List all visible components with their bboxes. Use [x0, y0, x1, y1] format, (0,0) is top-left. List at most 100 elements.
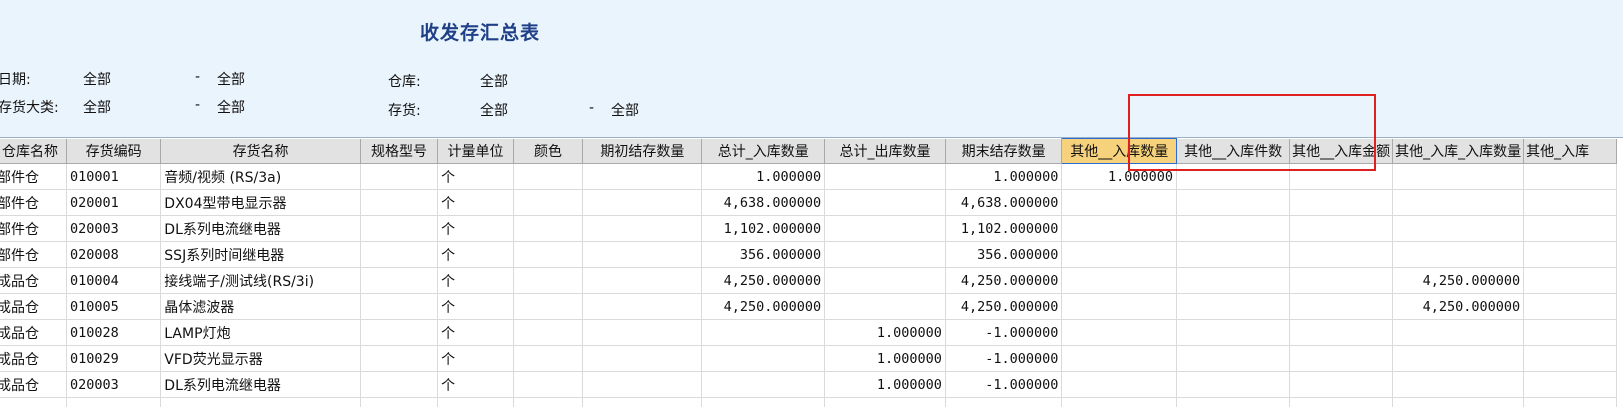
table-cell-total-out-qty[interactable]: 1.000000	[825, 346, 946, 372]
table-cell-color[interactable]	[513, 294, 582, 320]
table-cell-item-name[interactable]: DL系列电流继电器	[161, 216, 361, 242]
column-header-color[interactable]: 颜色	[513, 139, 582, 164]
table-cell-other-in-qty[interactable]: 1.000000	[1062, 164, 1177, 190]
table-cell-other-in[interactable]	[1524, 372, 1617, 398]
table-cell-closing-qty[interactable]: 4,638.000000	[945, 190, 1062, 216]
table-cell-other-in-amount[interactable]	[1290, 216, 1393, 242]
table-row[interactable]: 部件仓020003DL系列电流继电器个1,102.0000001,102.000…	[0, 216, 1617, 242]
table-cell-item-code[interactable]: 010028	[67, 320, 161, 346]
table-row[interactable]: 成品仓010005晶体滤波器个4,250.0000004,250.0000004…	[0, 294, 1617, 320]
table-cell-item-code[interactable]: 020003	[67, 372, 161, 398]
table-cell-opening-qty[interactable]	[583, 294, 702, 320]
table-cell-other-in[interactable]	[1524, 216, 1617, 242]
table-cell-warehouse-name[interactable]: 部件仓	[0, 216, 67, 242]
table-row[interactable]: 部件仓020001DX04型带电显示器个4,638.0000004,638.00…	[0, 190, 1617, 216]
table-cell-other-in-in-qty[interactable]	[1393, 190, 1524, 216]
table-cell-other-in-qty[interactable]	[1062, 190, 1177, 216]
table-cell-warehouse-name[interactable]: 部件仓	[0, 164, 67, 190]
table-cell-color[interactable]	[513, 268, 582, 294]
column-header-other-in-amount[interactable]: 其他__入库金额	[1290, 139, 1393, 164]
table-cell-color[interactable]	[513, 346, 582, 372]
table-cell-opening-qty[interactable]	[583, 216, 702, 242]
table-cell-color[interactable]	[513, 216, 582, 242]
table-cell-color[interactable]	[513, 190, 582, 216]
table-cell-other-in-pieces[interactable]	[1177, 268, 1290, 294]
table-cell-other-in-amount[interactable]	[1290, 320, 1393, 346]
table-row[interactable]: 成品仓010028LAMP灯炮个1.000000-1.000000	[0, 320, 1617, 346]
table-cell-other-in-in-qty[interactable]	[1393, 242, 1524, 268]
table-cell-unit[interactable]: 个	[438, 190, 514, 216]
table-cell-color[interactable]	[513, 164, 582, 190]
table-cell-warehouse-name[interactable]: 成品仓	[0, 294, 67, 320]
table-row[interactable]: 成品仓010004接线端子/测试线(RS/3i)个4,250.0000004,2…	[0, 268, 1617, 294]
table-cell-other-in-in-qty[interactable]	[1393, 320, 1524, 346]
table-cell-spec-model[interactable]	[360, 294, 437, 320]
table-cell-other-in-qty[interactable]	[1062, 320, 1177, 346]
table-cell-spec-model[interactable]	[360, 346, 437, 372]
table-cell-item-name[interactable]: LAMP灯炮	[161, 320, 361, 346]
table-cell-other-in-in-qty[interactable]	[1393, 216, 1524, 242]
table-cell-total-in-qty[interactable]: 356.000000	[702, 242, 825, 268]
column-header-other-in-in-qty[interactable]: 其他_入库_入库数量	[1393, 139, 1524, 164]
table-cell-unit[interactable]: 个	[438, 164, 514, 190]
table-cell-unit[interactable]: 个	[438, 320, 514, 346]
table-cell-other-in-pieces[interactable]	[1177, 242, 1290, 268]
table-cell-item-name[interactable]: DL系列电流继电器	[161, 372, 361, 398]
table-cell-closing-qty[interactable]: -1.000000	[945, 346, 1062, 372]
table-cell-color[interactable]	[513, 242, 582, 268]
table-cell-warehouse-name[interactable]: 部件仓	[0, 242, 67, 268]
table-row[interactable]: 部件仓020008SSJ系列时间继电器个356.000000356.000000	[0, 242, 1617, 268]
table-cell-other-in[interactable]	[1524, 320, 1617, 346]
table-cell-closing-qty[interactable]: -1.000000	[945, 320, 1062, 346]
table-cell-total-in-qty[interactable]	[702, 372, 825, 398]
table-cell-spec-model[interactable]	[360, 242, 437, 268]
table-cell-total-out-qty[interactable]: 1.000000	[825, 320, 946, 346]
column-header-item-name[interactable]: 存货名称	[161, 139, 361, 164]
table-cell-closing-qty[interactable]: 1,102.000000	[945, 216, 1062, 242]
table-cell-total-out-qty[interactable]	[825, 190, 946, 216]
table-cell-other-in-amount[interactable]	[1290, 164, 1393, 190]
table-cell-total-in-qty[interactable]: 1.000000	[702, 164, 825, 190]
table-cell-total-in-qty[interactable]	[702, 346, 825, 372]
table-cell-other-in[interactable]	[1524, 242, 1617, 268]
table-cell-other-in-in-qty[interactable]: 4,250.000000	[1393, 268, 1524, 294]
table-cell-other-in-qty[interactable]	[1062, 216, 1177, 242]
table-row[interactable]: 部件仓010001音频/视频 (RS/3a)个1.0000001.0000001…	[0, 164, 1617, 190]
table-cell-spec-model[interactable]	[360, 164, 437, 190]
table-cell-total-in-qty[interactable]: 4,250.000000	[702, 268, 825, 294]
table-cell-warehouse-name[interactable]: 部件仓	[0, 190, 67, 216]
table-cell-other-in-pieces[interactable]	[1177, 216, 1290, 242]
table-cell-item-name[interactable]: 晶体滤波器	[161, 294, 361, 320]
column-header-closing-qty[interactable]: 期末结存数量	[945, 139, 1062, 164]
table-cell-other-in-in-qty[interactable]	[1393, 372, 1524, 398]
table-cell-closing-qty[interactable]: 356.000000	[945, 242, 1062, 268]
table-cell-total-out-qty[interactable]	[825, 294, 946, 320]
table-cell-item-name[interactable]: 音频/视频 (RS/3a)	[161, 164, 361, 190]
column-header-total-in-qty[interactable]: 总计_入库数量	[702, 139, 825, 164]
table-cell-opening-qty[interactable]	[583, 190, 702, 216]
table-cell-other-in-qty[interactable]	[1062, 242, 1177, 268]
table-cell-other-in-qty[interactable]	[1062, 268, 1177, 294]
table-cell-other-in[interactable]	[1524, 268, 1617, 294]
table-cell-closing-qty[interactable]: 4,250.000000	[945, 294, 1062, 320]
table-cell-total-out-qty[interactable]	[825, 242, 946, 268]
table-cell-item-code[interactable]: 010029	[67, 346, 161, 372]
table-cell-opening-qty[interactable]	[583, 320, 702, 346]
table-cell-spec-model[interactable]	[360, 320, 437, 346]
table-cell-total-out-qty[interactable]	[825, 216, 946, 242]
table-cell-opening-qty[interactable]	[583, 268, 702, 294]
table-cell-opening-qty[interactable]	[583, 242, 702, 268]
table-cell-total-in-qty[interactable]: 4,638.000000	[702, 190, 825, 216]
table-cell-other-in-amount[interactable]	[1290, 190, 1393, 216]
table-cell-other-in[interactable]	[1524, 294, 1617, 320]
table-cell-other-in-amount[interactable]	[1290, 242, 1393, 268]
table-cell-unit[interactable]: 个	[438, 372, 514, 398]
column-header-item-code[interactable]: 存货编码	[67, 139, 161, 164]
table-cell-other-in-qty[interactable]	[1062, 294, 1177, 320]
table-cell-other-in-pieces[interactable]	[1177, 190, 1290, 216]
table-cell-other-in-qty[interactable]	[1062, 372, 1177, 398]
table-cell-other-in[interactable]	[1524, 190, 1617, 216]
table-cell-total-out-qty[interactable]	[825, 164, 946, 190]
column-header-other-in-pieces[interactable]: 其他__入库件数	[1177, 139, 1290, 164]
table-cell-closing-qty[interactable]: -1.000000	[945, 372, 1062, 398]
